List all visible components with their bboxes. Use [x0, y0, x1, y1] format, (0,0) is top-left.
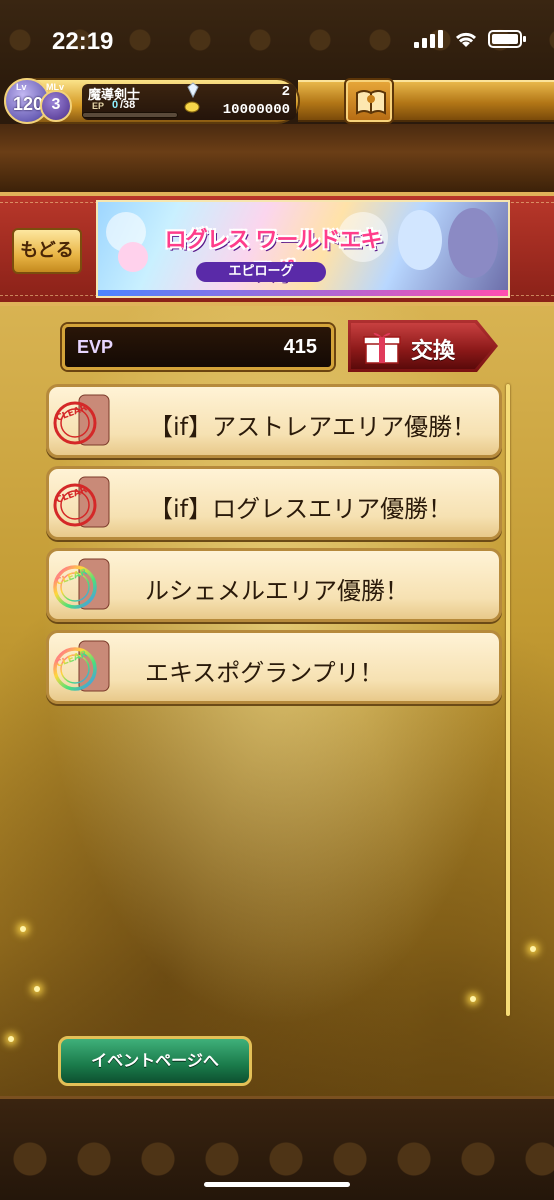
- back-button[interactable]: もどる: [12, 228, 82, 274]
- mission-item[interactable]: CLEAR 【if】アストレアエリア優勝！: [46, 384, 502, 458]
- clear-stamp-rainbow-icon: CLEAR: [53, 640, 110, 692]
- clock: 22:19: [52, 28, 114, 55]
- header-gold-strip: [298, 80, 554, 122]
- sparkle: [470, 996, 476, 1002]
- gem-icon: [187, 82, 199, 98]
- home-indicator[interactable]: [204, 1182, 350, 1187]
- clear-stamp-red-icon: CLEAR: [53, 394, 110, 446]
- sparkle: [530, 946, 536, 952]
- ep-max: /38: [120, 99, 136, 111]
- ep-progress-bar: [82, 112, 178, 118]
- mission-label: エキスポグランプリ！: [145, 659, 384, 687]
- header-wood-band: [0, 124, 554, 194]
- level-label: Lv: [16, 82, 27, 92]
- sparkle: [8, 1036, 14, 1042]
- book-icon: [356, 90, 386, 115]
- gift-icon: [363, 332, 401, 364]
- mission-label: ルシェメルエリア優勝！: [145, 577, 409, 605]
- banner-subtitle: エピローグ: [196, 262, 326, 282]
- scrollbar[interactable]: [506, 384, 510, 1016]
- system-icons: [414, 30, 526, 48]
- coin-icon: [184, 101, 200, 113]
- mission-item[interactable]: CLEAR 【if】ログレスエリア優勝！: [46, 466, 502, 540]
- exchange-button-face: 交換: [351, 323, 495, 369]
- mission-list: CLEAR 【if】アストレアエリア優勝！ CLEAR 【if】ログレスエリア優…: [46, 384, 502, 712]
- evp-value: 415: [283, 336, 317, 358]
- sparkle: [20, 926, 26, 932]
- exchange-button[interactable]: 交換: [348, 320, 498, 372]
- clear-stamp-rainbow-icon: CLEAR: [53, 558, 110, 610]
- wifi-icon: [455, 32, 477, 47]
- mission-label: 【if】アストレアエリア優勝！: [149, 413, 477, 441]
- status-bar: 22:19: [0, 0, 554, 80]
- mission-item[interactable]: CLEAR ルシェメルエリア優勝！: [46, 548, 502, 622]
- coin-count: 10000000: [222, 102, 290, 118]
- ep-current: 0: [112, 99, 119, 111]
- clear-stamp-red-icon: CLEAR: [53, 476, 110, 528]
- battery-icon: [488, 30, 526, 48]
- mission-item[interactable]: CLEAR エキスポグランプリ！: [46, 630, 502, 704]
- evp-display: EVP 415: [62, 324, 334, 370]
- master-level-value: 3: [51, 96, 61, 113]
- mission-label: 【if】ログレスエリア優勝！: [149, 495, 453, 523]
- menu-book-button[interactable]: [344, 78, 394, 124]
- event-page-button[interactable]: イベントページへ: [58, 1036, 252, 1086]
- gem-count: 2: [281, 84, 290, 100]
- signal-icon: [414, 30, 443, 48]
- ep-label: EP: [92, 101, 105, 111]
- event-banner[interactable]: ログレス ワールドエキスポ エピローグ: [96, 200, 510, 298]
- banner-stripe: [98, 290, 508, 296]
- evp-label: EVP: [77, 337, 114, 357]
- sparkle: [34, 986, 40, 992]
- exchange-label: 交換: [411, 339, 456, 364]
